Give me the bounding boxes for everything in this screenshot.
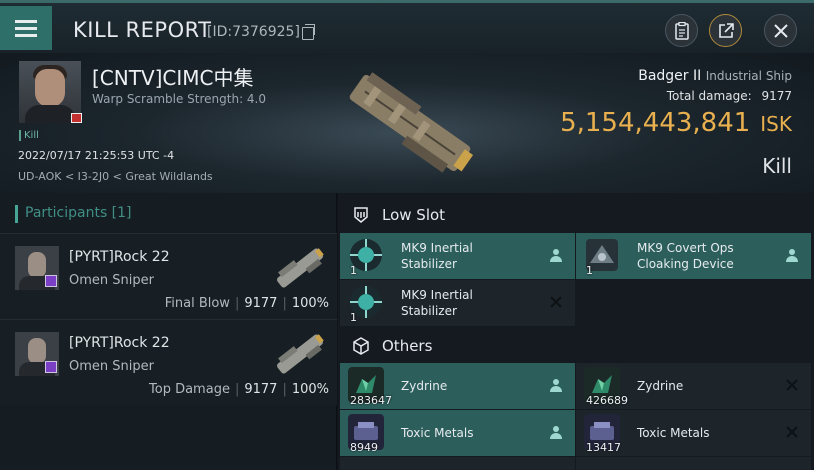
kill-result: Kill — [762, 154, 792, 178]
participant-stats: Final Blow | 9177 | 100% — [164, 296, 329, 311]
clipboard-icon — [674, 21, 689, 40]
report-id: [ID:7376925] — [207, 24, 300, 40]
victim-name[interactable]: [CNTV]CIMC中集 — [92, 62, 254, 91]
isk-unit: ISK — [760, 112, 792, 136]
item-low-slot-3[interactable]: 1 MK9 Inertial Stabilizer — [340, 280, 575, 326]
kill-tag: Kill — [19, 130, 39, 141]
item-quantity: 1 — [586, 264, 593, 277]
participant-name[interactable]: [PYRT]Rock 22 — [69, 249, 170, 265]
item-other-3[interactable]: 8949 Toxic Metals — [340, 410, 575, 456]
participant-percent: 100% — [291, 296, 329, 311]
item-other-2[interactable]: 426689 Zydrine — [576, 363, 811, 409]
participant-damage: 9177 — [244, 382, 278, 397]
hamburger-icon — [15, 18, 37, 39]
participant-damage: 9177 — [244, 296, 278, 311]
alliance-badge-icon — [45, 361, 57, 373]
item-low-slot-2[interactable]: 1 MK9 Covert Ops Cloaking Device — [576, 233, 811, 279]
item-other-6-partial[interactable] — [576, 457, 811, 470]
kill-location[interactable]: UD-AOK < I3-2J0 < Great Wildlands — [18, 170, 213, 183]
clipboard-button[interactable] — [665, 14, 698, 47]
item-name: MK9 Inertial Stabilizer — [401, 288, 473, 318]
participant-name[interactable]: [PYRT]Rock 22 — [69, 335, 170, 351]
participants-panel: Participants [1] [PYRT]Rock 22 Omen Snip… — [0, 193, 337, 470]
close-button[interactable] — [764, 14, 797, 47]
participant-stats: Top Damage | 9177 | 100% — [149, 382, 329, 397]
items-panel: Low Slot 1 MK9 Inertial Stabilizer 1 MK9 … — [338, 193, 814, 470]
others-label: Others — [382, 337, 433, 355]
share-button[interactable] — [709, 14, 742, 47]
item-name: Toxic Metals — [637, 426, 710, 440]
others-header: Others — [338, 326, 814, 366]
item-quantity: 1 — [350, 311, 357, 324]
warp-scramble-strength: Warp Scramble Strength: 4.0 — [92, 92, 267, 106]
total-damage: Total damage: 9177 — [667, 89, 792, 103]
total-damage-value: 9177 — [761, 89, 792, 103]
item-name: Zydrine — [637, 379, 684, 393]
corp-badge-icon — [71, 113, 82, 123]
destroyed-x-icon — [786, 379, 798, 391]
participant-row[interactable]: [PYRT]Rock 22 Omen Sniper Final Blow | 917… — [0, 233, 337, 319]
page-title: KILL REPORT — [73, 18, 212, 42]
cube-icon — [353, 337, 369, 355]
kill-datetime: 2022/07/17 21:25:53 UTC -4 — [18, 149, 175, 162]
participant-ship: Omen Sniper — [69, 273, 154, 288]
item-quantity: 13417 — [586, 441, 621, 454]
ship-class: Industrial Ship — [705, 69, 792, 83]
ship-name-text: Badger II — [638, 68, 702, 84]
dropped-person-icon — [786, 249, 798, 262]
title-bar: KILL REPORT [ID:7376925] — [0, 0, 814, 53]
isk-value: 5,154,443,841 ISK — [560, 108, 792, 138]
low-slot-icon — [354, 207, 368, 223]
item-name: Toxic Metals — [401, 426, 474, 440]
item-quantity: 283647 — [350, 394, 392, 407]
dropped-person-icon — [550, 379, 562, 392]
destroyed-x-icon — [786, 426, 798, 438]
kill-summary: [CNTV]CIMC中集 Warp Scramble Strength: 4.0… — [0, 53, 814, 193]
item-low-slot-1[interactable]: 1 MK9 Inertial Stabilizer — [340, 233, 575, 279]
participant-ship: Omen Sniper — [69, 359, 154, 374]
dropped-person-icon — [550, 426, 562, 439]
isk-amount: 5,154,443,841 — [560, 108, 751, 138]
dropped-person-icon — [550, 249, 562, 262]
low-slot-header: Low Slot — [338, 195, 814, 235]
item-quantity: 426689 — [586, 394, 628, 407]
alliance-badge-icon — [45, 275, 57, 287]
participant-ship-icon — [277, 248, 324, 288]
copy-icon[interactable] — [302, 24, 315, 40]
item-other-1[interactable]: 283647 Zydrine — [340, 363, 575, 409]
menu-button[interactable] — [0, 6, 52, 50]
participants-header: Participants [1] — [15, 205, 132, 223]
item-other-4[interactable]: 13417 Toxic Metals — [576, 410, 811, 456]
participant-ship-icon — [277, 334, 324, 374]
participant-percent: 100% — [291, 382, 329, 397]
low-slot-label: Low Slot — [382, 206, 446, 224]
participant-row[interactable]: [PYRT]Rock 22 Omen Sniper Top Damage | 917… — [0, 319, 337, 405]
destroyed-x-icon — [550, 296, 562, 308]
item-quantity: 1 — [350, 264, 357, 277]
item-other-5-partial[interactable] — [340, 457, 575, 470]
item-name: Zydrine — [401, 379, 448, 393]
ship-name[interactable]: Badger II Industrial Ship — [638, 68, 792, 84]
item-name: MK9 Inertial Stabilizer — [401, 241, 473, 271]
share-icon — [718, 22, 734, 38]
participant-role: Top Damage — [149, 382, 230, 397]
total-damage-label: Total damage: — [666, 89, 752, 103]
item-quantity: 8949 — [350, 441, 378, 454]
item-name: MK9 Covert Ops Cloaking Device — [637, 241, 734, 271]
ship-image — [349, 72, 474, 173]
close-icon — [773, 23, 788, 38]
participant-role: Final Blow — [164, 296, 230, 311]
